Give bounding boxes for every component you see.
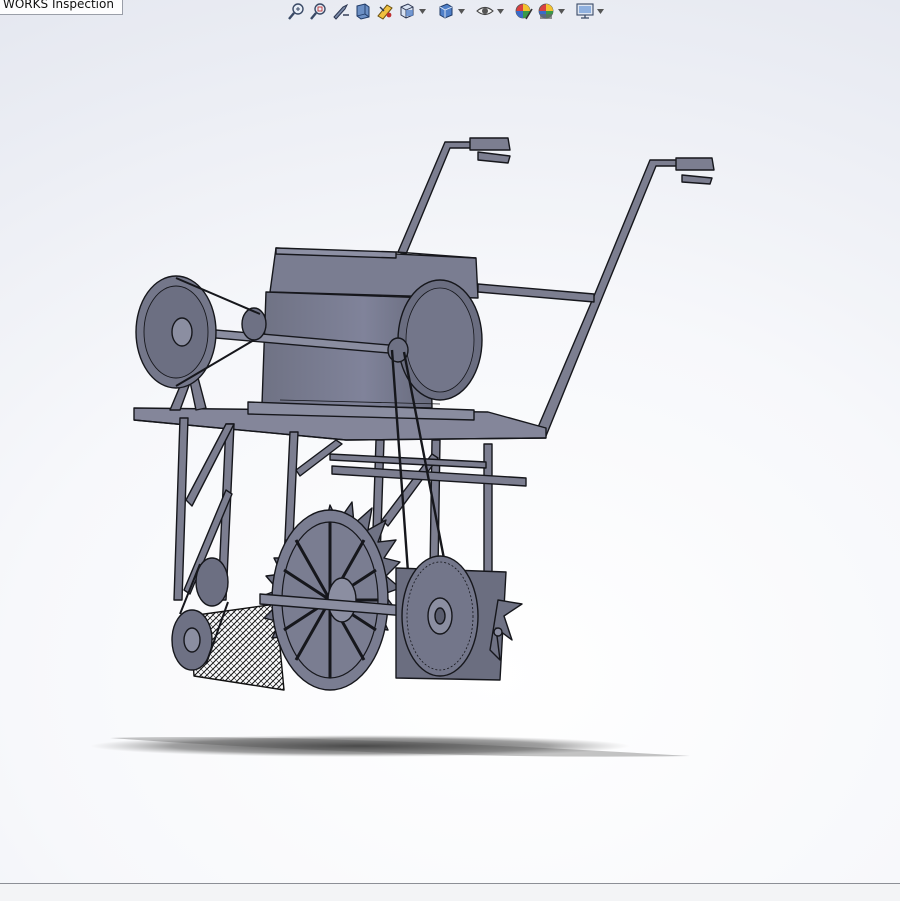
machine-model bbox=[133, 137, 715, 691]
view-settings-icon bbox=[576, 3, 594, 19]
apply-scene-button[interactable] bbox=[535, 1, 557, 21]
display-style-icon bbox=[439, 3, 453, 19]
document-tab-label: WORKS Inspection bbox=[3, 0, 114, 11]
zoom-to-fit-icon bbox=[288, 3, 304, 20]
document-tab[interactable]: WORKS Inspection bbox=[0, 0, 123, 15]
apply-scene-icon bbox=[538, 3, 554, 19]
view-settings-button[interactable] bbox=[574, 1, 596, 21]
chevron-down-icon bbox=[419, 8, 426, 14]
chevron-down-icon bbox=[458, 8, 465, 14]
view-orientation-icon bbox=[400, 3, 414, 19]
view-orientation-button[interactable] bbox=[396, 1, 418, 21]
previous-view-icon bbox=[333, 3, 349, 20]
chevron-down-icon bbox=[597, 8, 604, 14]
model-svg[interactable] bbox=[0, 0, 900, 884]
zoom-to-fit-button[interactable] bbox=[286, 1, 308, 21]
handle-crossbar bbox=[477, 283, 595, 303]
top-pulley-small bbox=[241, 307, 267, 341]
edit-appearance-button[interactable] bbox=[513, 1, 535, 21]
dynamic-annotation-button[interactable] bbox=[374, 1, 396, 21]
hide-show-items-icon bbox=[476, 6, 494, 16]
hide-show-items-button[interactable] bbox=[474, 1, 496, 21]
section-view-icon bbox=[356, 3, 370, 20]
edit-appearance-icon bbox=[515, 3, 533, 20]
section-view-button[interactable] bbox=[352, 1, 374, 21]
chevron-down-icon bbox=[558, 8, 565, 14]
previous-view-button[interactable] bbox=[330, 1, 352, 21]
handle-right-grip bbox=[675, 157, 715, 185]
apply-scene-dropdown[interactable] bbox=[557, 1, 566, 21]
chevron-down-icon bbox=[497, 8, 504, 14]
brush-chain-sprocket bbox=[195, 557, 229, 607]
front-sprocket bbox=[401, 555, 479, 677]
handle-left bbox=[397, 141, 479, 255]
dynamic-annotation-icon bbox=[377, 4, 393, 20]
view-settings-dropdown[interactable] bbox=[596, 1, 605, 21]
hide-show-items-dropdown[interactable] bbox=[496, 1, 505, 21]
display-style-dropdown[interactable] bbox=[457, 1, 466, 21]
view-orientation-dropdown[interactable] bbox=[418, 1, 427, 21]
status-bar bbox=[0, 883, 900, 901]
frame-rail-2 bbox=[329, 453, 487, 469]
frame-leg-1 bbox=[173, 417, 189, 601]
display-style-button[interactable] bbox=[435, 1, 457, 21]
graphics-viewport[interactable] bbox=[0, 0, 900, 884]
handle-left-grip bbox=[469, 137, 511, 164]
heads-up-view-toolbar bbox=[286, 0, 605, 22]
zoom-to-area-button[interactable] bbox=[308, 1, 330, 21]
zoom-to-area-icon bbox=[310, 3, 326, 20]
